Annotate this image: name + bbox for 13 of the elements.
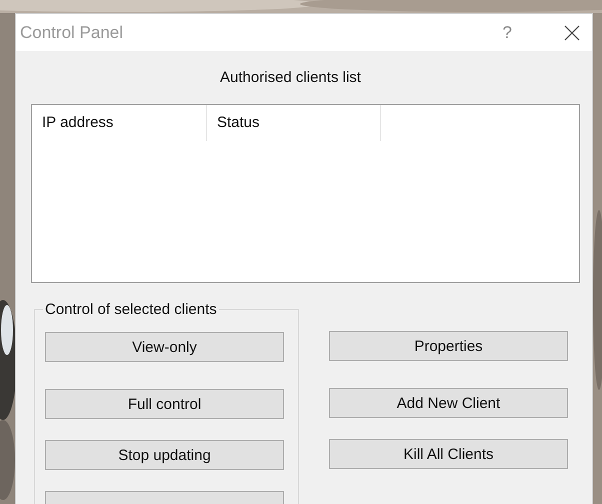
button[interactable]: Kill All Clients (329, 439, 568, 469)
button[interactable]: View-only (45, 332, 284, 362)
list-heading: Authorised clients list (220, 69, 361, 86)
clients-list[interactable]: IP address Status (31, 104, 580, 283)
button[interactable]: Add New Client (329, 388, 568, 418)
button[interactable]: Full control (45, 389, 284, 419)
column-header[interactable]: IP address (32, 105, 207, 141)
close-button[interactable] (564, 24, 580, 40)
button[interactable]: Properties (329, 331, 568, 361)
help-button[interactable]: ? (500, 22, 514, 42)
button[interactable]: Stop updating (45, 440, 284, 470)
window-title: Control Panel (20, 22, 124, 42)
column-header[interactable]: Status (207, 105, 381, 141)
